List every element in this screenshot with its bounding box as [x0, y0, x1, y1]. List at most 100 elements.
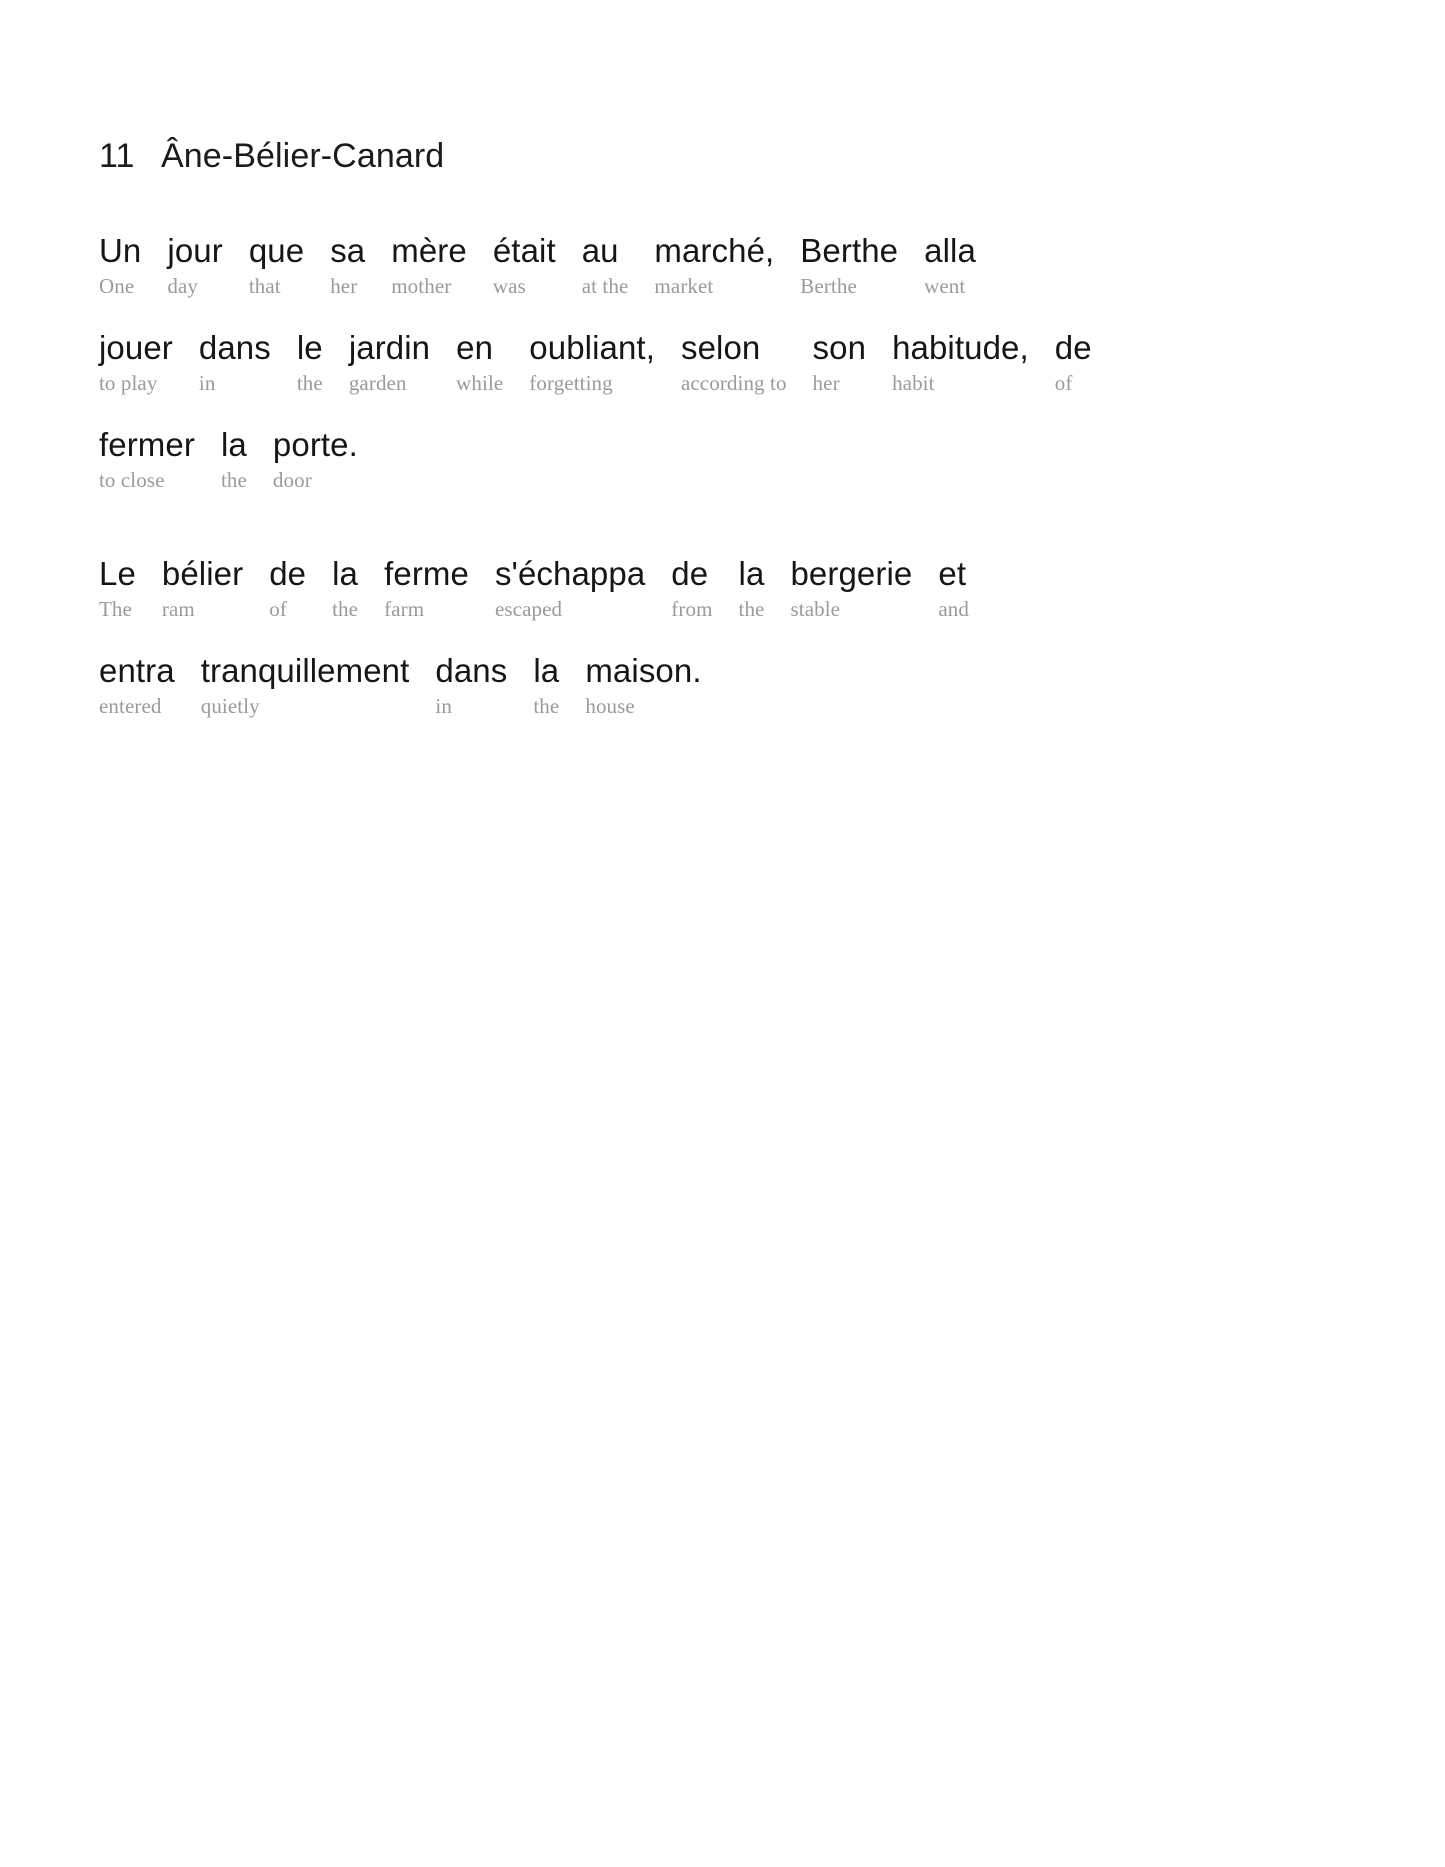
document-page: 11 Âne-Bélier-Canard Un One jour day que that… [0, 0, 1445, 1867]
word-pair[interactable]: marché, market [654, 233, 774, 300]
word-pair[interactable]: s'échappa escaped [495, 556, 645, 623]
word-pair[interactable]: mère mother [391, 233, 467, 300]
word-pair[interactable]: alla went [924, 233, 976, 300]
source-word[interactable]: Le [99, 556, 136, 592]
word-pair[interactable]: et and [938, 556, 969, 623]
source-word[interactable]: maison. [585, 653, 701, 689]
source-word[interactable]: habitude, [892, 330, 1029, 366]
gloss-word: to close [99, 468, 165, 493]
source-word[interactable]: la [533, 653, 559, 689]
source-word[interactable]: la [221, 427, 247, 463]
word-pair[interactable]: Un One [99, 233, 141, 300]
source-word[interactable]: oubliant, [529, 330, 655, 366]
source-word[interactable]: de [671, 556, 708, 592]
gloss-word: forgetting [529, 371, 613, 396]
source-word[interactable]: de [1055, 330, 1092, 366]
gloss-word: the [533, 694, 560, 719]
word-pair[interactable]: jouer to play [99, 330, 173, 397]
source-word[interactable]: était [493, 233, 556, 269]
gloss-word: mother [391, 274, 452, 299]
source-word[interactable]: que [249, 233, 304, 269]
source-word[interactable]: jour [167, 233, 222, 269]
source-word[interactable]: mère [391, 233, 467, 269]
word-pair[interactable]: maison. house [585, 653, 701, 720]
gloss-line: entra entered tranquillement quietly dans in l… [99, 653, 1329, 720]
source-word[interactable]: bergerie [790, 556, 912, 592]
gloss-word: while [456, 371, 504, 396]
source-word[interactable]: fermer [99, 427, 195, 463]
word-pair[interactable]: que that [249, 233, 304, 300]
word-pair[interactable]: au at the [582, 233, 629, 300]
gloss-word: day [167, 274, 199, 299]
source-word[interactable]: Un [99, 233, 141, 269]
source-word[interactable]: tranquillement [201, 653, 410, 689]
source-word[interactable]: au [582, 233, 619, 269]
gloss-word: market [654, 274, 714, 299]
gloss-word: her [812, 371, 840, 396]
gloss-word: at the [581, 274, 629, 299]
gloss-word: quietly [200, 694, 260, 719]
word-pair[interactable]: son her [813, 330, 867, 397]
gloss-word: that [248, 274, 281, 299]
word-pair[interactable]: de from [671, 556, 712, 623]
word-pair[interactable]: la the [739, 556, 765, 623]
word-pair[interactable]: selon according to [681, 330, 787, 397]
source-word[interactable]: la [739, 556, 765, 592]
word-pair[interactable]: tranquillement quietly [201, 653, 410, 720]
word-pair[interactable]: jour day [167, 233, 222, 300]
gloss-word: The [99, 597, 132, 622]
source-word[interactable]: de [269, 556, 306, 592]
word-pair[interactable]: la the [221, 427, 247, 494]
word-pair[interactable]: jardin garden [349, 330, 430, 397]
word-pair[interactable]: était was [493, 233, 556, 300]
word-pair[interactable]: bélier ram [162, 556, 243, 623]
gloss-word: ram [161, 597, 195, 622]
source-word[interactable]: Berthe [800, 233, 898, 269]
paragraph: Le The bélier ram de of la the ferme farm s'échapp… [99, 556, 1329, 720]
source-word[interactable]: dans [435, 653, 507, 689]
source-word[interactable]: s'échappa [495, 556, 645, 592]
word-pair[interactable]: dans in [435, 653, 507, 720]
source-word[interactable]: porte. [273, 427, 358, 463]
gloss-line: jouer to play dans in le the jardin garden en whi… [99, 330, 1329, 397]
source-word[interactable]: marché, [654, 233, 774, 269]
gloss-word: stable [790, 597, 841, 622]
interlinear-body: Un One jour day que that sa her mère mother était w… [99, 233, 1329, 720]
word-pair[interactable]: fermer to close [99, 427, 195, 494]
word-pair[interactable]: la the [533, 653, 559, 720]
word-pair[interactable]: porte. door [273, 427, 358, 494]
source-word[interactable]: jardin [349, 330, 430, 366]
gloss-line: Le The bélier ram de of la the ferme farm s'échapp… [99, 556, 1329, 623]
source-word[interactable]: sa [330, 233, 365, 269]
source-word[interactable]: en [456, 330, 493, 366]
page-title: 11 Âne-Bélier-Canard [99, 137, 1329, 175]
word-pair[interactable]: bergerie stable [790, 556, 912, 623]
word-pair[interactable]: entra entered [99, 653, 175, 720]
source-word[interactable]: ferme [384, 556, 469, 592]
word-pair[interactable]: en while [456, 330, 503, 397]
word-pair[interactable]: ferme farm [384, 556, 469, 623]
source-word[interactable]: entra [99, 653, 175, 689]
source-word[interactable]: dans [199, 330, 271, 366]
word-pair[interactable]: de of [269, 556, 306, 623]
word-pair[interactable]: Le The [99, 556, 136, 623]
word-pair[interactable]: la the [332, 556, 358, 623]
word-pair[interactable]: oubliant, forgetting [529, 330, 655, 397]
word-pair[interactable]: Berthe Berthe [800, 233, 898, 300]
source-word[interactable]: la [332, 556, 358, 592]
source-word[interactable]: et [938, 556, 966, 592]
source-word[interactable]: son [813, 330, 867, 366]
source-word[interactable]: selon [681, 330, 760, 366]
source-word[interactable]: jouer [99, 330, 173, 366]
gloss-word: in [435, 694, 452, 719]
page-title-text: Âne-Bélier-Canard [161, 137, 445, 175]
word-pair[interactable]: le the [297, 330, 323, 397]
source-word[interactable]: alla [924, 233, 976, 269]
source-word[interactable]: bélier [162, 556, 243, 592]
paragraph: Un One jour day que that sa her mère mother était w… [99, 233, 1329, 494]
word-pair[interactable]: dans in [199, 330, 271, 397]
word-pair[interactable]: sa her [330, 233, 365, 300]
word-pair[interactable]: habitude, habit [892, 330, 1029, 397]
source-word[interactable]: le [297, 330, 323, 366]
word-pair[interactable]: de of [1055, 330, 1092, 397]
